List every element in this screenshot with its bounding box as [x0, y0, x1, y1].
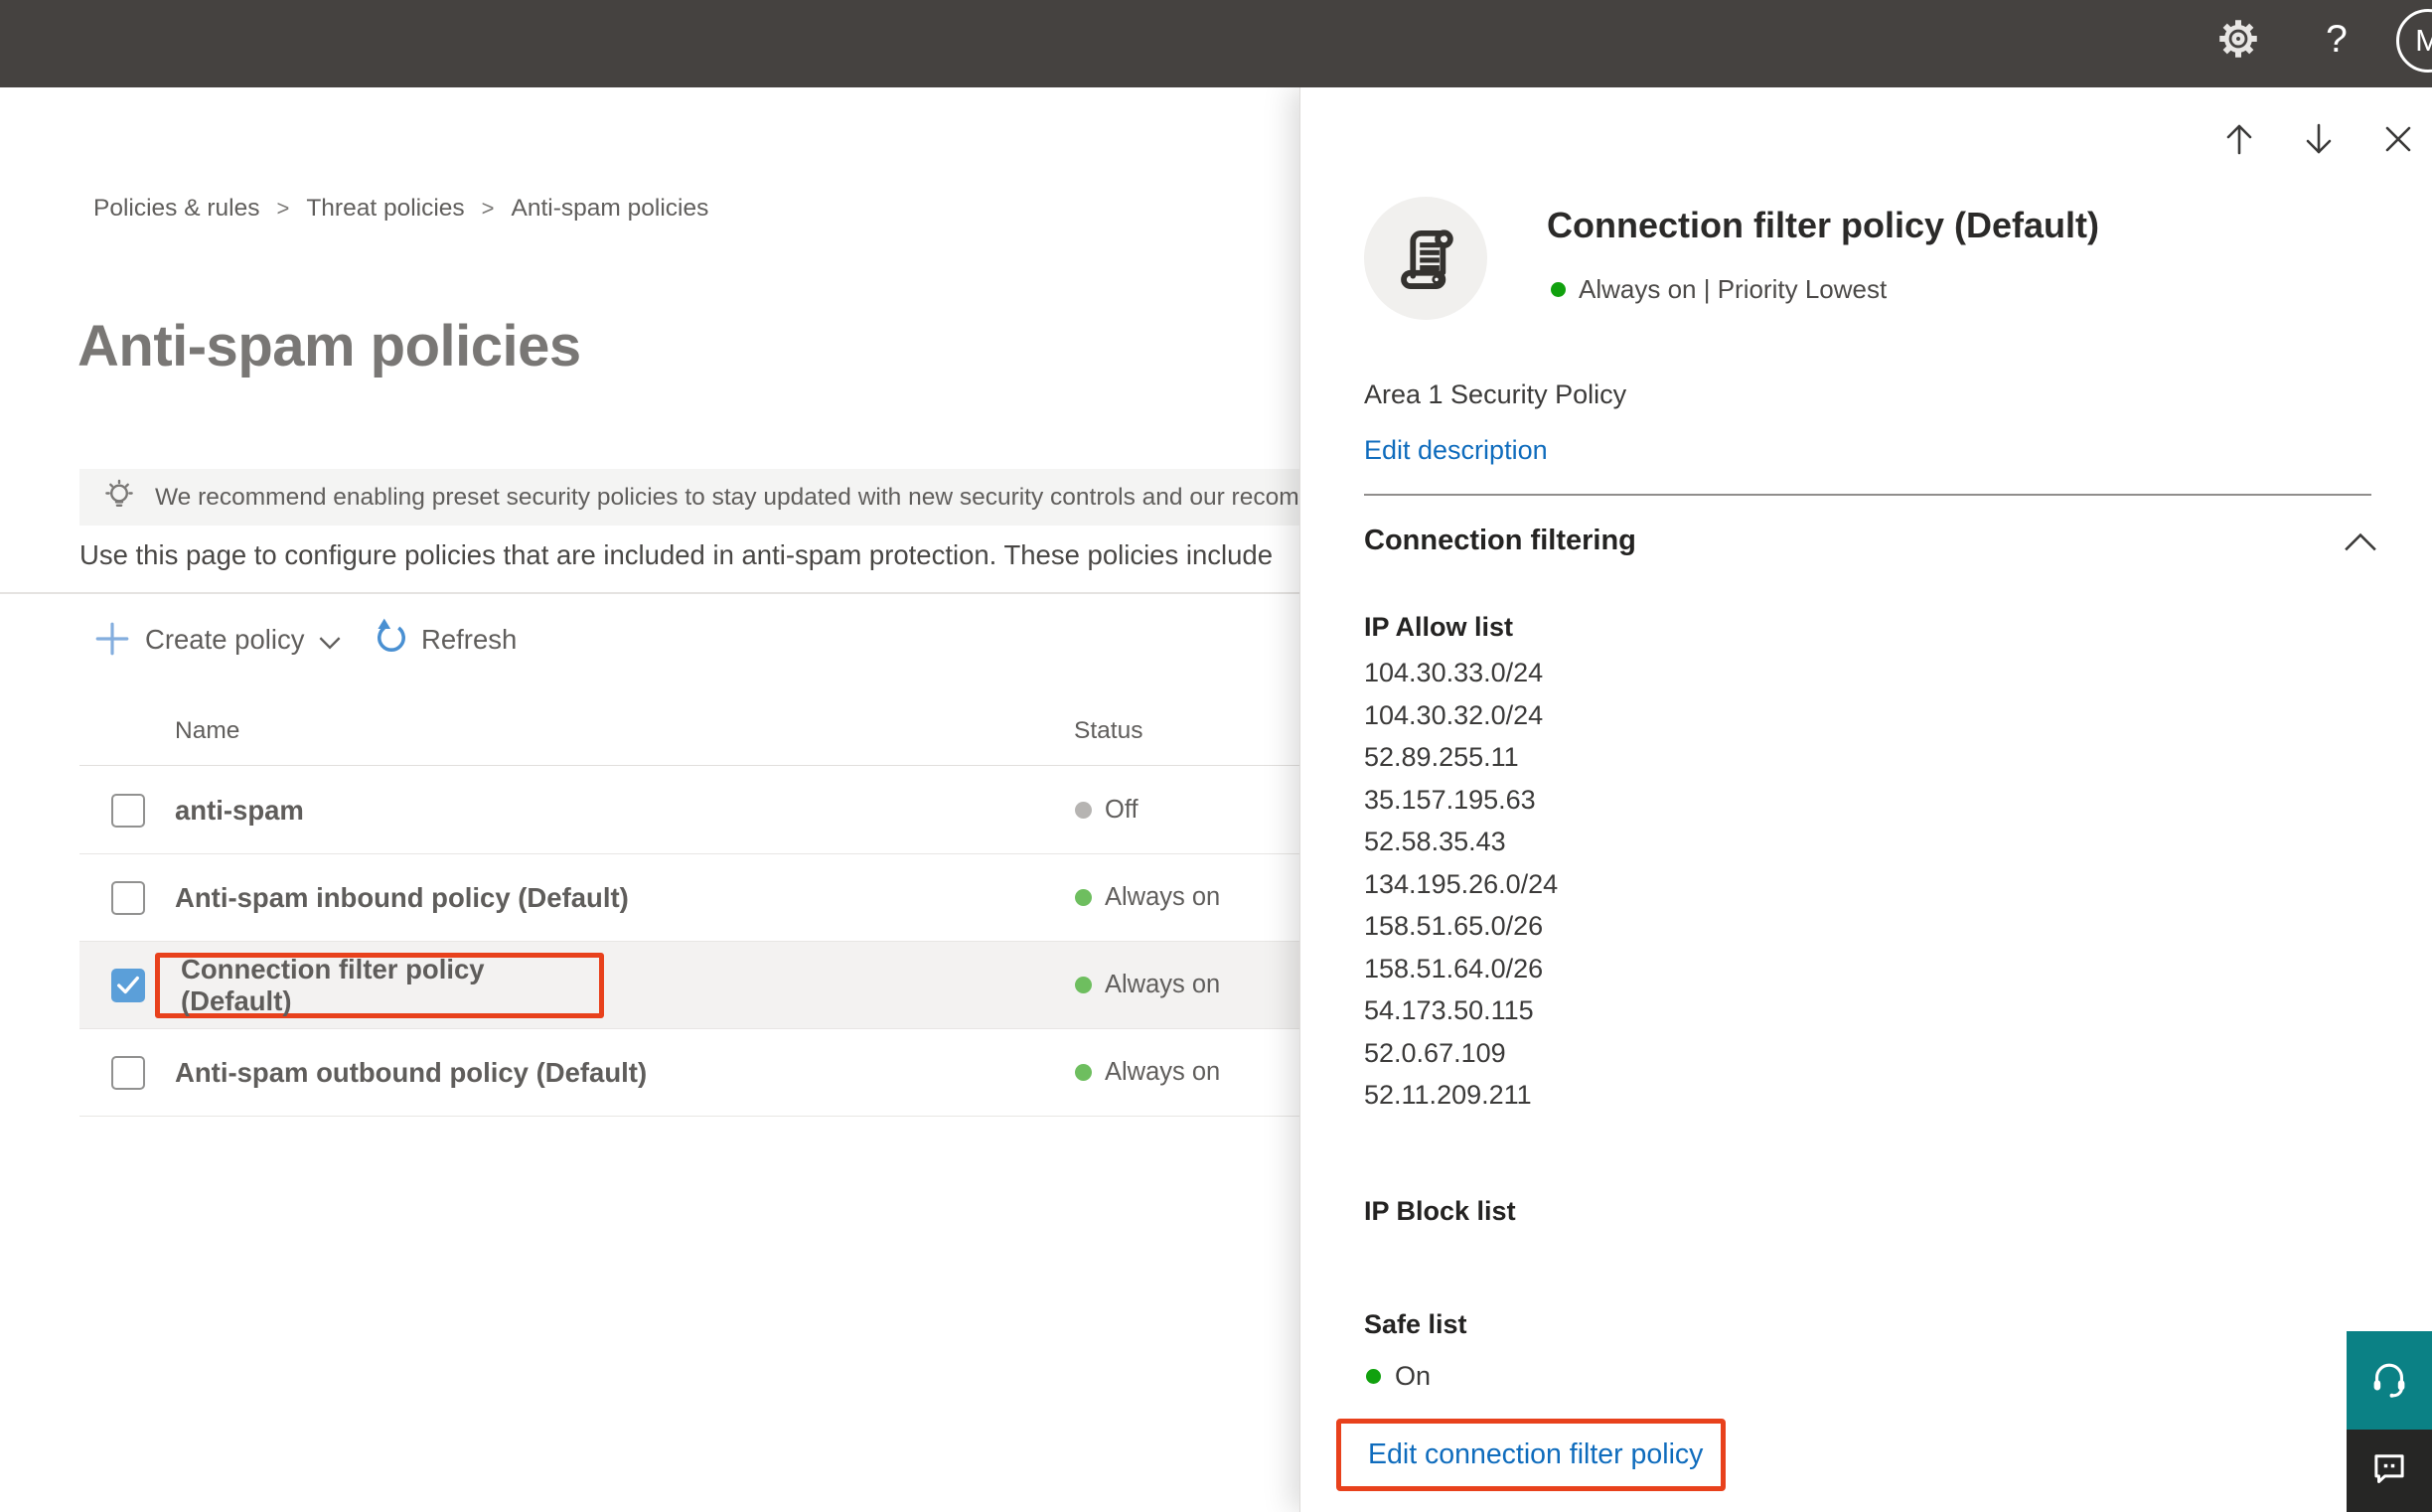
flyout-divider — [1364, 494, 2371, 496]
ip-address: 134.195.26.0/24 — [1364, 868, 1559, 899]
table-row[interactable]: anti-spam Off — [79, 767, 1301, 854]
ip-allow-list: 104.30.33.0/24 104.30.32.0/24 52.89.255.… — [1364, 652, 1558, 1117]
ip-address: 35.157.195.63 — [1364, 784, 1536, 815]
status-label: Off — [1105, 796, 1139, 824]
ip-address: 104.30.33.0/24 — [1364, 658, 1544, 687]
breadcrumb-separator-icon: > — [481, 196, 495, 221]
flyout-status: Always on | Priority Lowest — [1551, 274, 1887, 305]
support-button[interactable] — [2347, 1331, 2432, 1430]
ip-address: 54.173.50.115 — [1364, 995, 1534, 1025]
ip-address: 52.58.35.43 — [1364, 827, 1506, 856]
top-app-bar: ? M — [0, 0, 2432, 87]
breadcrumb: Policies & rules > Threat policies > Ant… — [93, 195, 708, 223]
recommendation-banner: We recommend enabling preset security po… — [79, 469, 1306, 526]
refresh-button[interactable]: Refresh — [421, 624, 517, 656]
status-on-dot — [1075, 889, 1092, 906]
page-description: Use this page to configure policies that… — [79, 539, 1274, 570]
status-on-dot — [1075, 1064, 1092, 1081]
status-cell: Off — [1075, 767, 1139, 853]
ip-address: 104.30.32.0/24 — [1364, 699, 1544, 730]
safe-list-status-text: On — [1395, 1361, 1432, 1391]
status-cell: Always on — [1075, 942, 1220, 1028]
status-on-dot — [1366, 1369, 1381, 1384]
flyout-title: Connection filter policy (Default) — [1547, 205, 2100, 245]
status-on-dot — [1551, 282, 1566, 297]
status-cell: Always on — [1075, 1029, 1220, 1116]
table-row[interactable]: Anti-spam inbound policy (Default) Alway… — [79, 854, 1301, 942]
headset-icon — [2367, 1356, 2411, 1405]
app-root: ? M Policies & rules > Threat policies >… — [0, 0, 2432, 1512]
row-checkbox[interactable] — [111, 881, 145, 915]
policy-name[interactable]: Anti-spam inbound policy (Default) — [175, 854, 629, 941]
table-row-selected[interactable]: Connection filter policy (Default) Alway… — [79, 942, 1301, 1029]
account-avatar[interactable]: M — [2396, 9, 2432, 73]
row-checkbox[interactable] — [111, 794, 145, 828]
safe-list-label: Safe list — [1364, 1309, 1467, 1339]
policy-icon-circle — [1364, 197, 1487, 320]
chevron-down-icon[interactable] — [318, 636, 342, 656]
status-label: Always on — [1105, 883, 1221, 911]
edit-description-link[interactable]: Edit description — [1364, 435, 1548, 466]
status-on-dot — [1075, 977, 1092, 993]
status-label: Always on — [1105, 1058, 1221, 1086]
flyout-status-text: Always on | Priority Lowest — [1579, 274, 1888, 304]
previous-item-arrow-icon[interactable] — [2217, 117, 2261, 161]
breadcrumb-separator-icon: > — [276, 196, 290, 221]
help-icon[interactable]: ? — [2315, 12, 2358, 68]
section-divider — [0, 592, 1301, 594]
row-checkbox[interactable] — [111, 1056, 145, 1090]
settings-icon[interactable] — [2215, 16, 2261, 62]
status-off-dot — [1075, 802, 1092, 819]
connection-filtering-section-header: Connection filtering — [1364, 525, 1636, 556]
table-row[interactable]: Anti-spam outbound policy (Default) Alwa… — [79, 1029, 1301, 1117]
breadcrumb-threat-policies[interactable]: Threat policies — [306, 195, 464, 223]
highlight-rectangle: Connection filter policy (Default) — [155, 953, 604, 1018]
column-header-name[interactable]: Name — [175, 717, 239, 745]
policy-details-flyout: Connection filter policy (Default) Alway… — [1299, 87, 2432, 1512]
refresh-icon[interactable] — [372, 617, 411, 662]
header-divider — [79, 765, 1301, 766]
policy-description: Area 1 Security Policy — [1364, 379, 1627, 409]
column-header-status[interactable]: Status — [1074, 717, 1142, 745]
policy-name[interactable]: Connection filter policy (Default) — [181, 954, 599, 1017]
chevron-up-icon[interactable] — [2344, 532, 2377, 557]
highlight-rectangle: Edit connection filter policy — [1336, 1419, 1726, 1491]
close-icon[interactable] — [2376, 117, 2420, 161]
status-label: Always on — [1105, 971, 1221, 998]
command-bar: Create policy Refresh — [0, 614, 1299, 676]
next-item-arrow-icon[interactable] — [2297, 117, 2341, 161]
avatar-initial: M — [2415, 23, 2432, 58]
feedback-chat-icon — [2368, 1447, 2410, 1494]
plus-icon[interactable] — [93, 620, 131, 663]
safe-list-status: On — [1366, 1361, 1431, 1392]
ip-address: 52.0.67.109 — [1364, 1037, 1506, 1068]
ip-address: 158.51.65.0/26 — [1364, 911, 1544, 941]
feedback-button[interactable] — [2347, 1430, 2432, 1512]
banner-text: We recommend enabling preset security po… — [155, 483, 1306, 511]
ip-address: 52.11.209.211 — [1364, 1080, 1532, 1110]
status-cell: Always on — [1075, 854, 1220, 941]
ip-address: 158.51.64.0/26 — [1364, 953, 1544, 983]
policy-name[interactable]: anti-spam — [175, 767, 304, 853]
breadcrumb-policies-rules[interactable]: Policies & rules — [93, 195, 259, 223]
ip-block-list-label: IP Block list — [1364, 1196, 1516, 1226]
policy-name[interactable]: Anti-spam outbound policy (Default) — [175, 1029, 647, 1116]
row-checkbox-checked[interactable] — [111, 969, 145, 1002]
lightbulb-icon — [101, 477, 137, 518]
ip-allow-list-label: IP Allow list — [1364, 612, 1514, 642]
edit-connection-filter-policy-link[interactable]: Edit connection filter policy — [1368, 1438, 1703, 1471]
scroll-policy-icon — [1389, 220, 1462, 298]
ip-address: 52.89.255.11 — [1364, 742, 1519, 772]
breadcrumb-anti-spam-policies[interactable]: Anti-spam policies — [512, 195, 709, 223]
create-policy-button[interactable]: Create policy — [145, 624, 305, 656]
page-title: Anti-spam policies — [77, 314, 581, 378]
